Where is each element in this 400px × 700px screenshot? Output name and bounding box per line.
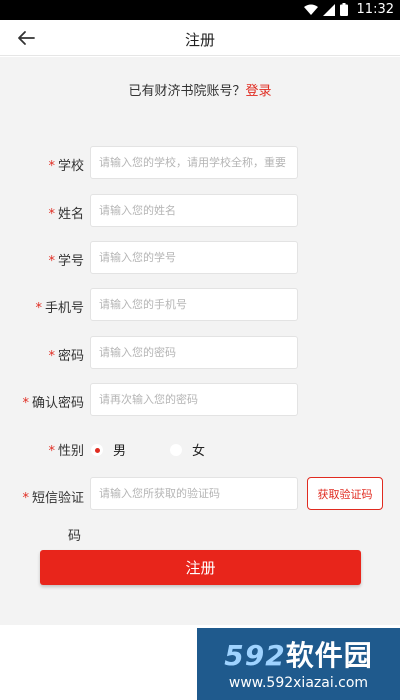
school-input[interactable] <box>90 146 298 179</box>
confirm-password-input[interactable] <box>90 383 298 416</box>
student-id-input[interactable] <box>90 241 298 274</box>
gender-label: * 性别 <box>0 440 84 459</box>
gender-option-male-label: 男 <box>113 444 127 459</box>
status-time: 11:32 <box>356 2 394 17</box>
battery-icon <box>340 3 348 16</box>
page-title: 注册 <box>184 31 215 49</box>
required-mark: * <box>22 396 29 411</box>
student-id-label-text: 学号 <box>57 254 84 269</box>
watermark-brand: 592软件园 <box>197 634 400 674</box>
gender-option-male[interactable]: 男 <box>91 440 126 459</box>
status-icons <box>304 3 348 16</box>
status-bar: 11:32 <box>0 0 400 20</box>
phone-label-text: 手机号 <box>44 301 84 316</box>
school-label: * 学校 <box>0 155 84 174</box>
student-id-label: * 学号 <box>0 250 84 269</box>
school-label-text: 学校 <box>57 159 84 174</box>
app-bar: 注册 <box>0 20 400 56</box>
phone-label: * 手机号 <box>0 297 84 316</box>
radio-selected-icon <box>91 443 103 456</box>
password-label: * 密码 <box>0 345 84 364</box>
gender-label-text: 性别 <box>57 444 84 459</box>
watermark-url: www.592xiazai.com <box>228 675 369 691</box>
login-link[interactable]: 登录 <box>246 84 272 99</box>
get-sms-code-button[interactable]: 获取验证码 <box>307 477 383 510</box>
password-label-text: 密码 <box>57 349 84 364</box>
login-hint-text: 已有财济书院账号？ <box>128 84 246 99</box>
login-hint: 已有财济书院账号？登录 <box>0 80 400 99</box>
phone-input[interactable] <box>90 288 298 321</box>
name-label: * 姓名 <box>0 203 84 222</box>
watermark-brand-text: 软件园 <box>285 639 373 672</box>
required-mark: * <box>48 207 55 222</box>
confirm-password-label: * 确认密码 <box>0 392 84 411</box>
required-mark: * <box>35 301 42 316</box>
signal-icon <box>323 3 335 16</box>
required-mark: * <box>48 159 55 174</box>
wifi-icon <box>304 4 318 15</box>
sms-code-label-wrap: 码 <box>68 529 82 544</box>
name-input[interactable] <box>90 194 298 227</box>
register-button[interactable]: 注册 <box>40 550 361 585</box>
sms-code-label: * 短信验证 <box>0 487 84 506</box>
password-input[interactable] <box>90 336 298 369</box>
required-mark: * <box>48 254 55 269</box>
watermark-logo: 592软件园 www.592xiazai.com <box>197 628 400 700</box>
confirm-password-label-text: 确认密码 <box>31 396 84 411</box>
required-mark: * <box>48 349 55 364</box>
gender-option-female-label: 女 <box>192 444 206 459</box>
gender-option-female[interactable]: 女 <box>170 440 205 459</box>
required-mark: * <box>48 444 55 459</box>
name-label-text: 姓名 <box>57 207 84 222</box>
required-mark: * <box>22 491 29 506</box>
radio-unselected-icon <box>170 443 182 456</box>
sms-code-label-text: 短信验证 <box>31 491 84 506</box>
sms-code-input[interactable] <box>90 477 298 510</box>
watermark-brand-num: 592 <box>224 639 286 672</box>
